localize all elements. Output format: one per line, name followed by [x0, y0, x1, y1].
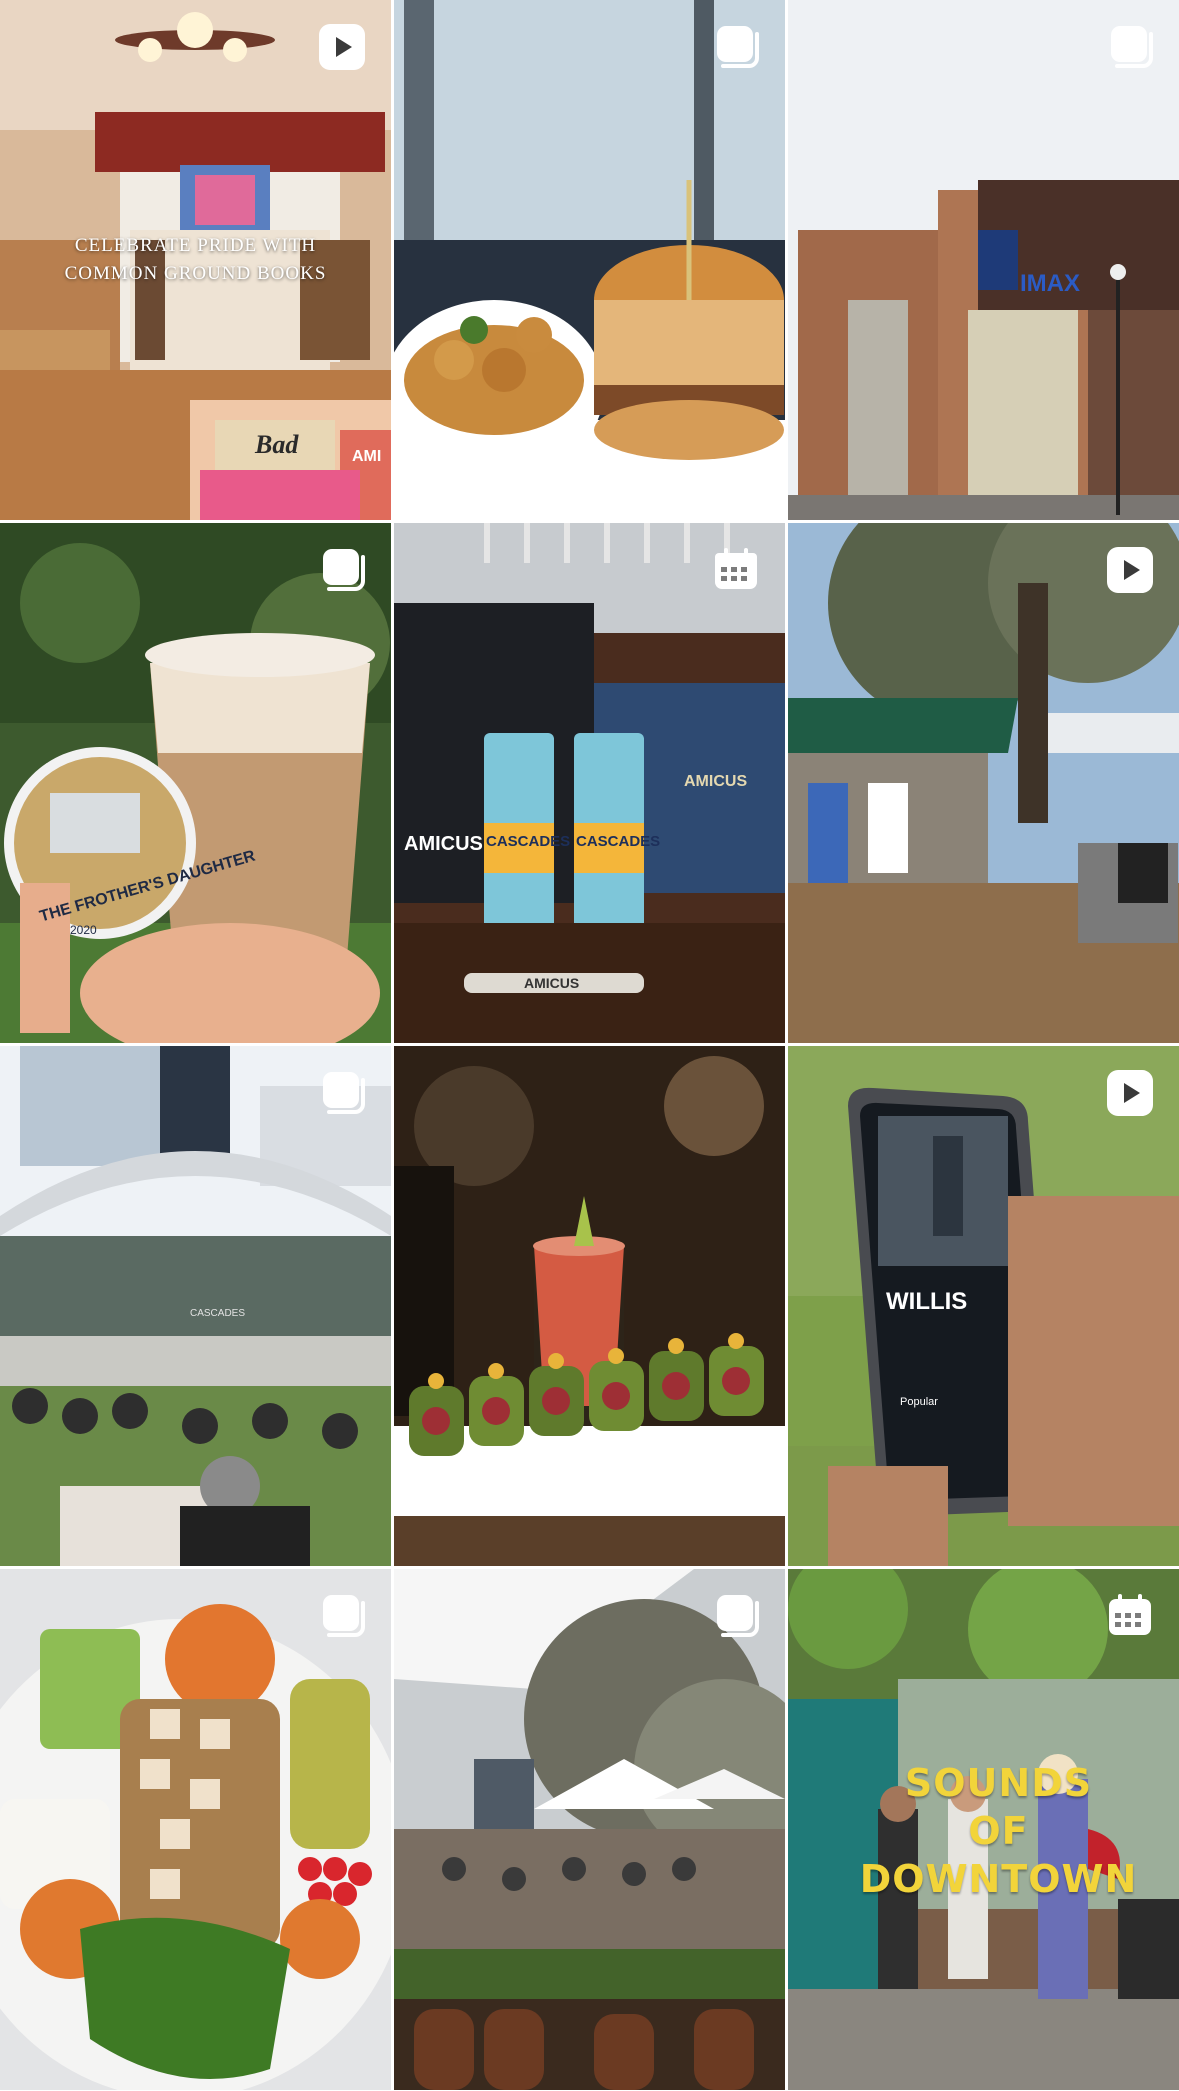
phone-image: [788, 1046, 1179, 1566]
carousel-icon: [317, 545, 367, 595]
post-tile-food[interactable]: [394, 0, 785, 520]
post-tile-sounds-of-downtown[interactable]: SOUNDS OF DOWNTOWN: [788, 1569, 1179, 2090]
sticker-year: 2020: [70, 923, 97, 937]
post-tile-coffee[interactable]: THE FROTHER'S DAUGHTER 2020: [0, 523, 391, 1043]
reel-icon: [1105, 1068, 1155, 1118]
carousel-icon: [317, 1068, 367, 1118]
sounds-of-downtown-title: SOUNDS OF DOWNTOWN: [818, 1759, 1179, 1903]
post-tile-tents[interactable]: [394, 1569, 785, 2090]
post-tile-amicus[interactable]: AMICUS AMICUS CASCADES CASCADES AMICUS: [394, 523, 785, 1043]
pride-overlay-text: CELEBRATE PRIDE WITH COMMON GROUND BOOKS: [0, 232, 391, 288]
stick-label: AMICUS: [524, 975, 580, 991]
post-tile-imax[interactable]: IMAX: [788, 0, 1179, 520]
popular-label: Popular: [900, 1396, 938, 1408]
title-line-1: SOUNDS: [904, 1761, 1093, 1805]
book-cover-title: Bad: [255, 430, 299, 459]
post-tile-phone[interactable]: WILLIS Popular: [788, 1046, 1179, 1566]
imax-sign: IMAX: [1020, 270, 1080, 297]
calendar-icon: [711, 545, 761, 595]
carousel-icon: [317, 1591, 367, 1641]
reel-icon: [317, 22, 367, 72]
book-spine-text: AMI: [352, 448, 382, 465]
post-tile-amphitheater[interactable]: CASCADES: [0, 1046, 391, 1566]
overlay-line-1: CELEBRATE PRIDE WITH: [74, 235, 317, 256]
title-line-3: DOWNTOWN: [859, 1857, 1138, 1901]
can-label-2: CASCADES: [576, 833, 661, 850]
post-tile-salad[interactable]: [0, 1569, 391, 2090]
overlay-line-2: COMMON GROUND BOOKS: [64, 263, 327, 284]
market-image: [788, 523, 1179, 1043]
post-tile-bookstore[interactable]: CELEBRATE PRIDE WITH COMMON GROUND BOOKS…: [0, 0, 391, 520]
carousel-icon: [1105, 22, 1155, 72]
amicus-bag-logo-2: AMICUS: [684, 773, 748, 790]
burger-image: [394, 0, 785, 520]
market-tents-image: [394, 1569, 785, 2090]
imax-building-image: [788, 0, 1179, 520]
sushi-image: [394, 1046, 785, 1566]
artist-name: WILLIS: [886, 1288, 968, 1315]
stage-sign: CASCADES: [190, 1308, 246, 1319]
iced-coffee-image: [0, 523, 391, 1043]
post-tile-sushi[interactable]: [394, 1046, 785, 1566]
carousel-icon: [711, 22, 761, 72]
carousel-icon: [711, 1591, 761, 1641]
amicus-bag-logo: AMICUS: [404, 833, 483, 855]
title-line-2: OF: [968, 1809, 1029, 1853]
reel-icon: [1105, 545, 1155, 595]
profile-post-grid: CELEBRATE PRIDE WITH COMMON GROUND BOOKS…: [0, 0, 1179, 2091]
calendar-icon: [1105, 1591, 1155, 1641]
post-tile-market[interactable]: [788, 523, 1179, 1043]
can-label-1: CASCADES: [486, 833, 571, 850]
amphitheater-image: [0, 1046, 391, 1566]
salad-image: [0, 1569, 391, 2090]
